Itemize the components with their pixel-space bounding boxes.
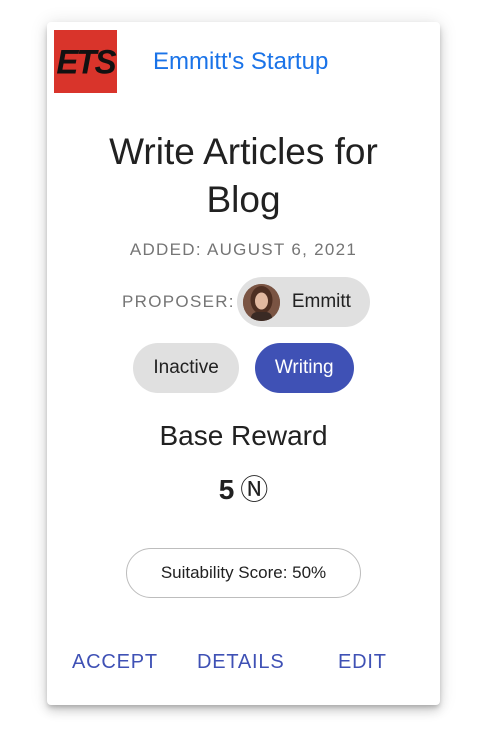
status-chips: Inactive Writing xyxy=(47,343,440,393)
task-card: ETS Emmitt's Startup Write Articles for … xyxy=(47,22,440,705)
details-button[interactable]: DETAILS xyxy=(191,647,290,678)
card-actions: ACCEPT DETAILS EDIT xyxy=(47,647,440,683)
added-date: ADDED: AUGUST 6, 2021 xyxy=(129,240,358,259)
company-logo[interactable]: ETS xyxy=(54,30,117,93)
category-chip-writing[interactable]: Writing xyxy=(254,343,354,393)
reward-amount: 5 xyxy=(218,474,235,505)
proposer-label: PROPOSER: xyxy=(122,292,235,311)
card-header: ETS Emmitt's Startup xyxy=(54,30,440,93)
reward-label: Base Reward xyxy=(159,420,328,451)
status-chip-inactive[interactable]: Inactive xyxy=(133,343,239,393)
task-title: Write Articles for Blog xyxy=(47,128,440,224)
proposer-chip[interactable]: Emmitt xyxy=(236,277,370,327)
accept-button[interactable]: ACCEPT xyxy=(66,647,164,678)
task-title-line-1: Write Articles for xyxy=(109,131,378,172)
company-link[interactable]: Emmitt's Startup xyxy=(153,48,328,76)
avatar xyxy=(242,283,280,321)
suitability-score-chip[interactable]: Suitability Score: 50% xyxy=(126,548,361,598)
edit-button[interactable]: EDIT xyxy=(332,647,393,678)
reward-value: 5 Ⓝ xyxy=(47,468,440,508)
logo-text: ETS xyxy=(56,41,116,81)
currency-icon: Ⓝ xyxy=(240,473,269,506)
proposer-name: Emmitt xyxy=(291,291,351,312)
proposer-row: PROPOSER: Emmitt xyxy=(47,277,440,327)
task-title-line-2: Blog xyxy=(206,179,281,220)
